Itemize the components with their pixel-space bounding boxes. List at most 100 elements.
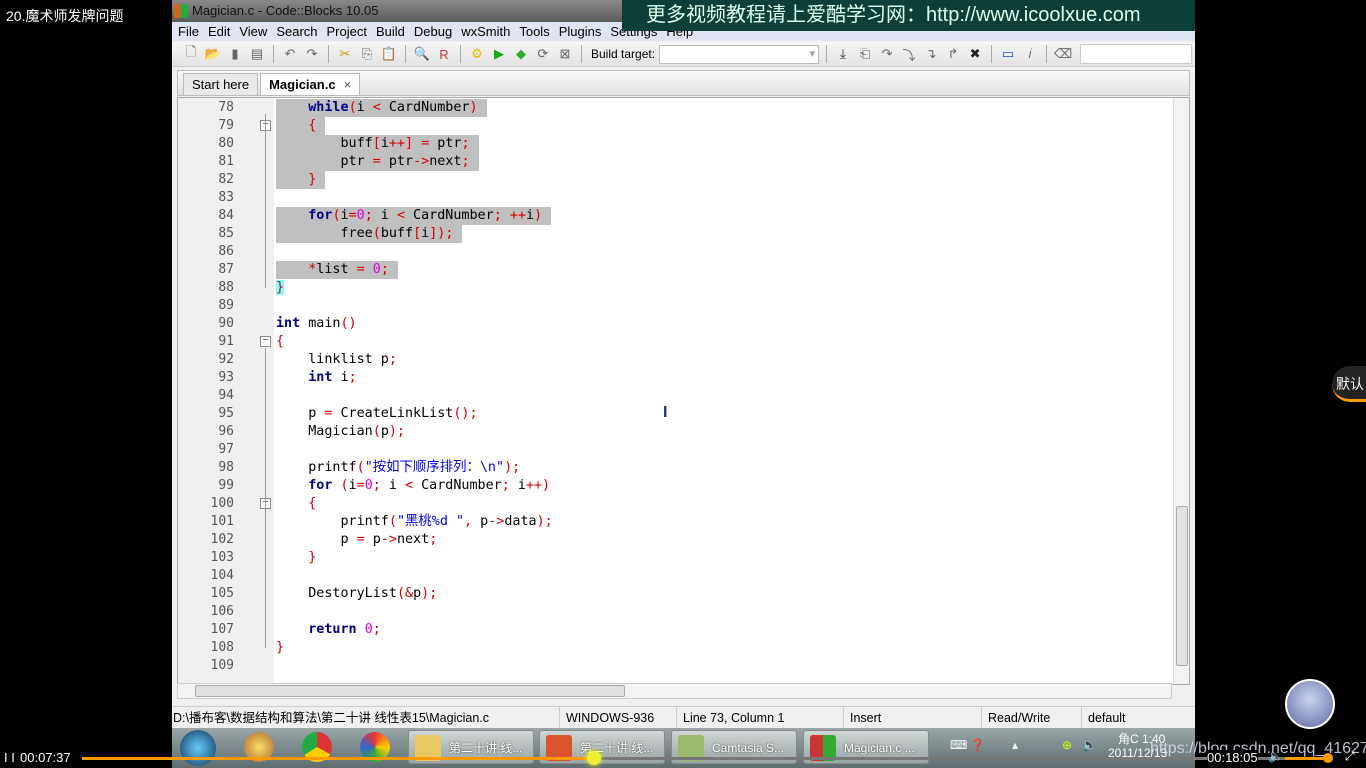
menu-debug[interactable]: Debug xyxy=(414,22,459,41)
save-icon[interactable]: ▮ xyxy=(226,45,244,63)
code-token: buff xyxy=(380,226,414,241)
fold-toggle-icon[interactable]: − xyxy=(260,336,271,347)
menu-view[interactable]: View xyxy=(239,22,274,41)
rebuild-icon[interactable]: ⟳ xyxy=(534,45,552,63)
line-number: 105 xyxy=(210,586,234,601)
code-token: i xyxy=(356,100,373,115)
editor-tabs: Start here Magician.c × xyxy=(177,70,1190,96)
code-token: ; xyxy=(461,136,470,151)
line-number: 83 xyxy=(218,190,234,205)
paste-icon[interactable]: 📋 xyxy=(380,45,398,63)
next-line-icon[interactable]: ↷ xyxy=(878,45,896,63)
menu-wxsmith[interactable]: wxSmith xyxy=(461,22,517,41)
menu-project[interactable]: Project xyxy=(327,22,374,41)
code-token: i xyxy=(340,208,349,223)
debug-icon[interactable]: ⤓ xyxy=(834,45,852,63)
status-access: Read/Write xyxy=(981,707,1050,729)
menu-edit[interactable]: Edit xyxy=(208,22,237,41)
code-text: int i; xyxy=(276,370,356,385)
code-text: Magician(p); xyxy=(276,424,405,439)
redo-icon[interactable]: ↷ xyxy=(303,45,321,63)
tab-magician-c[interactable]: Magician.c × xyxy=(260,73,361,95)
step-into-icon[interactable]: ↴ xyxy=(922,45,940,63)
code-editor[interactable]: 78 while(i < CardNumber)79 {−80 buff[i++… xyxy=(177,97,1190,685)
code-line: 92 linklist p; xyxy=(178,351,1178,369)
selected-text: *list = 0; xyxy=(276,261,398,279)
scroll-thumb[interactable] xyxy=(195,685,625,697)
close-tab-icon[interactable]: × xyxy=(344,77,352,92)
cut-icon[interactable]: ✂ xyxy=(336,45,354,63)
divider xyxy=(405,45,406,63)
quality-badge[interactable]: 默认 xyxy=(1332,366,1366,402)
abort-icon[interactable]: ⊠ xyxy=(556,45,574,63)
step-over-icon[interactable]: ⤵ xyxy=(900,45,918,63)
find-icon[interactable]: 🔍 xyxy=(413,45,431,63)
selected-text: { xyxy=(276,117,326,135)
build-target-select[interactable] xyxy=(659,44,820,64)
code-token: = xyxy=(421,136,430,151)
volume-icon[interactable]: 🔈 xyxy=(1268,749,1283,763)
step-out-icon[interactable]: ↱ xyxy=(944,45,962,63)
line-number: 93 xyxy=(218,370,234,385)
menu-build[interactable]: Build xyxy=(376,22,412,41)
fullscreen-icon[interactable]: ⤢ xyxy=(1345,749,1355,764)
run-to-cursor-icon[interactable]: ⎗ xyxy=(856,45,874,63)
build-run-icon[interactable]: ◆ xyxy=(512,45,530,63)
code-line: 97 xyxy=(178,441,1178,459)
code-line: 106 xyxy=(178,603,1178,621)
code-token: ); xyxy=(536,514,553,529)
horizontal-scrollbar[interactable] xyxy=(177,683,1172,699)
replace-icon[interactable]: R xyxy=(435,45,453,63)
search-input[interactable] xyxy=(1080,44,1193,64)
undo-icon[interactable]: ↶ xyxy=(281,45,299,63)
code-token: = xyxy=(356,532,365,547)
status-position: Line 73, Column 1 xyxy=(676,707,784,729)
code-token: , xyxy=(464,514,473,529)
menu-plugins[interactable]: Plugins xyxy=(559,22,609,41)
code-token: int xyxy=(308,370,333,385)
save-all-icon[interactable]: ▤ xyxy=(248,45,266,63)
code-text: printf("按如下顺序排列：\n"); xyxy=(276,460,520,475)
clear-icon[interactable]: ⌫ xyxy=(1054,45,1072,63)
code-token: ); xyxy=(388,424,405,439)
code-token: ; xyxy=(372,478,381,493)
code-token: i xyxy=(509,478,526,493)
volume-handle[interactable] xyxy=(1323,753,1333,763)
code-token: } xyxy=(308,550,317,565)
code-token: { xyxy=(308,496,317,511)
build-gear-icon[interactable]: ⚙ xyxy=(468,45,486,63)
scroll-thumb[interactable] xyxy=(1176,506,1188,666)
vertical-scrollbar[interactable] xyxy=(1173,98,1189,684)
open-icon[interactable]: 📂 xyxy=(204,45,222,63)
line-number: 103 xyxy=(210,550,234,565)
copy-icon[interactable]: ⎘ xyxy=(358,45,376,63)
new-file-icon[interactable]: 🗋 xyxy=(182,44,200,63)
menu-file[interactable]: File xyxy=(178,22,206,41)
menu-search[interactable]: Search xyxy=(276,22,324,41)
tab-start-here[interactable]: Start here xyxy=(183,73,259,95)
line-number: 108 xyxy=(210,640,234,655)
code-token: linklist p xyxy=(276,352,389,367)
code-token: ] xyxy=(405,136,414,151)
menu-tools[interactable]: Tools xyxy=(519,22,556,41)
build-target-label: Build target: xyxy=(591,47,656,61)
debug-windows-icon[interactable]: ▭ xyxy=(999,45,1017,63)
code-token: "按如下顺序排列：\n" xyxy=(364,460,505,475)
avatar[interactable] xyxy=(1285,679,1335,729)
code-line: 107 return 0; xyxy=(178,621,1178,639)
pause-button[interactable]: I I xyxy=(4,750,15,765)
code-line: 80 buff[i++] = ptr; xyxy=(178,135,1178,153)
run-icon[interactable]: ▶ xyxy=(490,45,508,63)
code-token: ( xyxy=(356,460,365,475)
codeblocks-window: Magician.c - Code::Blocks 10.05 更多视频教程请上… xyxy=(172,0,1195,730)
stop-debug-icon[interactable]: ✖ xyxy=(966,45,984,63)
line-number: 99 xyxy=(218,478,234,493)
info-icon[interactable]: 𝑖 xyxy=(1021,45,1039,63)
tab-label: Magician.c xyxy=(269,77,336,92)
line-number: 90 xyxy=(218,316,234,331)
progress-handle[interactable] xyxy=(586,751,601,765)
code-token: ( xyxy=(388,514,397,529)
code-token: (& xyxy=(396,586,414,601)
code-text: return 0; xyxy=(276,622,381,637)
